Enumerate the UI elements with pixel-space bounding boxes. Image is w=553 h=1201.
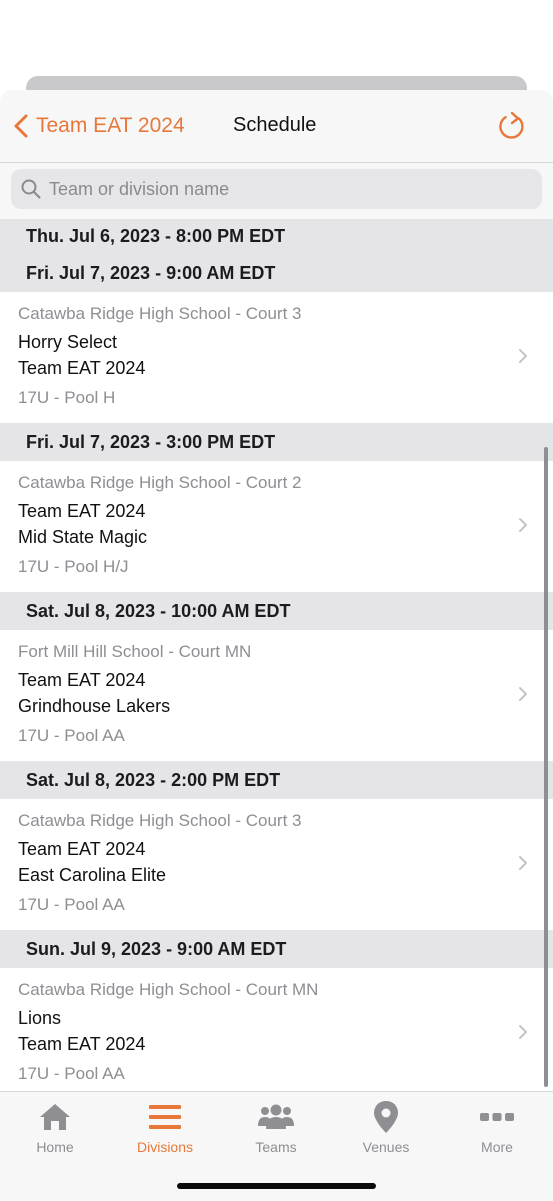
schedule-sheet: Team EAT 2024 Schedule Thu. Jul 6, 2023 … xyxy=(0,90,553,1200)
teams-icon xyxy=(258,1104,294,1129)
tab-venues[interactable]: Venues xyxy=(331,1100,441,1160)
chevron-right-icon xyxy=(519,518,527,532)
game-row[interactable]: Catawba Ridge High School - Court 2 Team… xyxy=(0,461,553,592)
game-venue: Fort Mill Hill School - Court MN xyxy=(18,642,252,661)
tab-divisions[interactable]: Divisions xyxy=(110,1100,220,1160)
tab-label: More xyxy=(481,1139,513,1155)
tab-label: Home xyxy=(36,1139,74,1155)
tab-teams[interactable]: Teams xyxy=(221,1100,331,1160)
game-venue: Catawba Ridge High School - Court MN xyxy=(18,980,319,999)
game-team-1: Lions xyxy=(18,1008,62,1028)
game-team-2: Grindhouse Lakers xyxy=(18,696,171,716)
chevron-right-icon xyxy=(519,349,527,363)
game-venue: Catawba Ridge High School - Court 2 xyxy=(18,473,302,492)
game-team-2: Team EAT 2024 xyxy=(18,358,146,378)
game-venue: Catawba Ridge High School - Court 3 xyxy=(18,304,302,323)
section-header: Sun. Jul 9, 2023 - 9:00 AM EDT xyxy=(0,930,553,968)
game-division: 17U - Pool AA xyxy=(18,895,125,914)
navigation-bar: Team EAT 2024 Schedule xyxy=(0,90,553,163)
tab-label: Teams xyxy=(255,1139,297,1155)
search-icon xyxy=(21,179,41,199)
game-row[interactable]: Catawba Ridge High School - Court MN Lio… xyxy=(0,968,553,1099)
section-header: Thu. Jul 6, 2023 - 8:00 PM EDT xyxy=(0,219,553,254)
search-input[interactable] xyxy=(47,177,521,201)
game-division: 17U - Pool AA xyxy=(18,1064,125,1083)
game-row[interactable]: Fort Mill Hill School - Court MN Team EA… xyxy=(0,630,553,761)
section-header: Sat. Jul 8, 2023 - 2:00 PM EDT xyxy=(0,761,553,799)
game-team-1: Horry Select xyxy=(18,332,118,352)
scrollbar[interactable] xyxy=(544,447,548,1087)
game-venue: Catawba Ridge High School - Court 3 xyxy=(18,811,302,830)
back-label: Team EAT 2024 xyxy=(36,114,185,137)
game-team-2: Team EAT 2024 xyxy=(18,1034,146,1054)
chevron-right-icon xyxy=(519,687,527,701)
divisions-icon xyxy=(149,1105,181,1129)
game-row[interactable]: Catawba Ridge High School - Court 3 Horr… xyxy=(0,292,553,423)
venues-icon xyxy=(374,1101,398,1133)
search-field[interactable] xyxy=(11,169,542,209)
chevron-right-icon xyxy=(519,856,527,870)
refresh-button[interactable] xyxy=(497,110,527,142)
search-bar-container xyxy=(0,163,553,219)
game-row[interactable]: Catawba Ridge High School - Court 3 Team… xyxy=(0,799,553,930)
tab-label: Venues xyxy=(362,1139,410,1155)
chevron-left-icon xyxy=(14,114,28,138)
game-team-2: East Carolina Elite xyxy=(18,865,167,885)
game-division: 17U - Pool H xyxy=(18,388,116,407)
schedule-list: Thu. Jul 6, 2023 - 8:00 PM EDT Fri. Jul … xyxy=(0,219,553,1099)
chevron-right-icon xyxy=(519,1025,527,1039)
tab-home[interactable]: Home xyxy=(0,1100,110,1160)
game-division: 17U - Pool AA xyxy=(18,726,125,745)
section-header: Fri. Jul 7, 2023 - 9:00 AM EDT xyxy=(0,254,553,292)
section-header: Fri. Jul 7, 2023 - 3:00 PM EDT xyxy=(0,423,553,461)
more-icon xyxy=(480,1113,514,1121)
game-team-1: Team EAT 2024 xyxy=(18,839,146,859)
game-team-1: Team EAT 2024 xyxy=(18,670,146,690)
game-team-2: Mid State Magic xyxy=(18,527,148,547)
game-division: 17U - Pool H/J xyxy=(18,557,129,576)
refresh-icon xyxy=(499,111,524,139)
tab-more[interactable]: More xyxy=(442,1100,552,1160)
home-indicator[interactable] xyxy=(177,1183,376,1189)
game-team-1: Team EAT 2024 xyxy=(18,501,146,521)
tab-label: Divisions xyxy=(136,1139,193,1155)
home-icon xyxy=(40,1104,70,1130)
back-button[interactable]: Team EAT 2024 xyxy=(14,110,185,142)
section-header: Sat. Jul 8, 2023 - 10:00 AM EDT xyxy=(0,592,553,630)
page-title: Schedule xyxy=(233,114,317,136)
